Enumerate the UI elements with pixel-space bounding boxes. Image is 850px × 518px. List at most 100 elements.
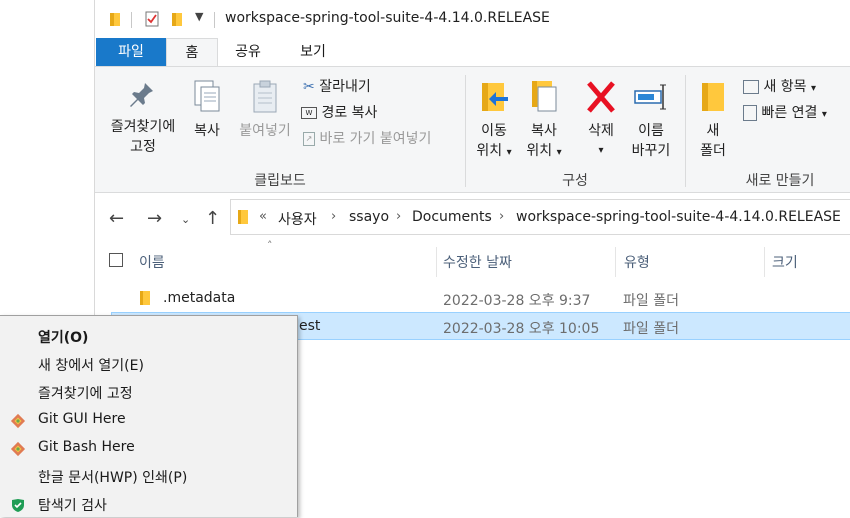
paste-label: 붙여넣기 <box>239 123 291 139</box>
pin-label-2: 고정 <box>130 139 156 155</box>
delete-label: 삭제 <box>588 123 614 139</box>
paste-shortcut-label: 바로 가기 붙여넣기 <box>319 131 432 147</box>
new-folder-icon[interactable] <box>171 11 185 27</box>
cut-button[interactable]: ✂ 잘라내기 <box>303 76 371 98</box>
chevron-right-icon[interactable]: › <box>499 209 504 224</box>
paste-shortcut-button[interactable]: ↗ 바로 가기 붙여넣기 <box>303 128 431 150</box>
delete-button[interactable]: 삭제 ▾ <box>579 79 623 161</box>
git-icon <box>10 441 26 457</box>
move-label-1: 이동 <box>481 123 507 139</box>
forward-arrow-icon[interactable]: → <box>147 208 162 229</box>
menu-item-git-bash[interactable]: Git Bash Here <box>0 434 297 462</box>
overflow-chevron[interactable]: « <box>259 209 267 224</box>
paste-button[interactable]: 붙여넣기 <box>233 79 297 141</box>
up-arrow-icon[interactable]: ↑ <box>205 208 220 229</box>
new-item-button[interactable]: 새 항목 ▾ <box>743 76 816 98</box>
folder-icon <box>109 11 123 27</box>
folder-icon <box>702 83 724 111</box>
clipboard-group-label: 클립보드 <box>254 173 306 189</box>
column-size[interactable]: 크기 <box>772 252 798 272</box>
copy-icon <box>194 80 220 112</box>
menu-item-label: 새 창에서 열기(E) <box>38 358 144 374</box>
move-to-button[interactable]: 이동 위치 ▾ <box>471 79 517 163</box>
clipboard-icon <box>253 80 277 113</box>
new-item-dropdown-icon: ▾ <box>811 83 817 94</box>
window-title: workspace-spring-tool-suite-4-4.14.0.REL… <box>225 10 550 26</box>
address-bar[interactable]: « 사용자 › ssayo › Documents › workspace-sp… <box>230 199 850 235</box>
recent-locations-icon[interactable]: ⌄ <box>181 213 190 226</box>
tab-share[interactable]: 공유 <box>218 38 278 66</box>
rename-label-2: 바꾸기 <box>631 143 671 159</box>
move-label-2: 위치 ▾ <box>476 143 512 159</box>
menu-item-label: 즐겨찾기에 고정 <box>38 386 133 402</box>
tab-view[interactable]: 보기 <box>285 38 341 66</box>
pin-to-quick-access-button[interactable]: 즐겨찾기에 고정 <box>103 79 183 157</box>
pin-label-1: 즐겨찾기에 <box>110 119 176 135</box>
new-folder-button[interactable]: 새 폴더 <box>693 79 733 161</box>
new-folder-label-1: 새 <box>706 123 720 139</box>
git-icon <box>10 413 26 429</box>
shortcut-icon: ↗ <box>303 132 315 146</box>
rename-label-1: 이름 <box>638 123 664 139</box>
new-folder-label-2: 폴더 <box>700 143 726 159</box>
column-name[interactable]: 이름 <box>139 252 165 272</box>
new-item-icon <box>743 80 759 94</box>
breadcrumb-user[interactable]: ssayo <box>349 209 389 225</box>
shield-icon <box>10 497 26 513</box>
menu-item-label: 한글 문서(HWP) 인쇄(P) <box>38 470 188 486</box>
easy-access-label: 빠른 연결 <box>761 105 818 121</box>
file-type: 파일 폴더 <box>623 293 679 309</box>
tab-home[interactable]: 홈 <box>166 38 218 66</box>
menu-item-pin-quick-access[interactable]: 즐겨찾기에 고정 <box>0 378 297 406</box>
menu-item-explorer-scan[interactable]: 탐색기 검사 <box>0 490 297 518</box>
column-modified[interactable]: 수정한 날짜 <box>443 252 512 272</box>
menu-item-open-new-window[interactable]: 새 창에서 열기(E) <box>0 350 297 378</box>
tab-file[interactable]: 파일 <box>96 38 166 66</box>
back-arrow-icon[interactable]: ← <box>109 208 124 229</box>
breadcrumb-workspace[interactable]: workspace-spring-tool-suite-4-4.14.0.REL… <box>516 209 841 225</box>
copy-button[interactable]: 복사 <box>187 79 227 141</box>
copy-to-label-2: 위치 ▾ <box>526 143 562 159</box>
menu-item-label: 탐색기 검사 <box>38 498 107 514</box>
delete-dropdown-icon[interactable]: ▾ <box>579 141 623 161</box>
chevron-right-icon[interactable]: › <box>396 209 401 224</box>
folder-icon <box>237 209 249 229</box>
file-modified: 2022-03-28 오후 9:37 <box>443 293 591 309</box>
new-item-label: 새 항목 <box>763 79 807 95</box>
file-name: .metadata <box>163 290 236 306</box>
select-all-checkbox[interactable] <box>109 253 123 267</box>
move-folder-icon <box>482 83 508 111</box>
easy-access-dropdown-icon: ▾ <box>821 109 827 120</box>
menu-item-label: 열기(O) <box>38 330 89 346</box>
rename-button[interactable]: 이름 바꾸기 <box>625 79 677 161</box>
new-group-label: 새로 만들기 <box>745 173 815 189</box>
customize-toolbar-icon[interactable]: ▼ <box>195 10 203 23</box>
easy-access-button[interactable]: 빠른 연결 ▾ <box>743 102 827 124</box>
menu-item-open[interactable]: 열기(O) <box>0 322 297 350</box>
delete-x-icon <box>587 81 615 113</box>
copy-path-button[interactable]: W 경로 복사 <box>301 102 377 124</box>
copy-to-button[interactable]: 복사 위치 ▾ <box>521 79 567 163</box>
context-menu: 열기(O) 새 창에서 열기(E) 즐겨찾기에 고정 Git GUI Here … <box>0 315 298 517</box>
pin-icon <box>130 83 153 107</box>
breadcrumb-users[interactable]: 사용자 <box>278 209 317 229</box>
list-item[interactable]: .metadata 2022-03-28 오후 9:37 파일 폴더 <box>111 285 850 313</box>
file-modified: 2022-03-28 오후 10:05 <box>443 321 600 337</box>
menu-item-git-gui[interactable]: Git GUI Here <box>0 406 297 434</box>
breadcrumb-documents[interactable]: Documents <box>412 209 492 225</box>
menu-item-hwp-print[interactable]: 한글 문서(HWP) 인쇄(P) <box>0 462 297 490</box>
scissors-icon: ✂ <box>303 79 315 95</box>
properties-icon[interactable] <box>145 11 159 27</box>
file-type: 파일 폴더 <box>623 321 679 337</box>
menu-item-label: Git GUI Here <box>38 411 126 427</box>
rename-icon <box>634 84 666 110</box>
column-type[interactable]: 유형 <box>624 252 650 272</box>
cut-label: 잘라내기 <box>319 79 371 95</box>
chevron-right-icon[interactable]: › <box>331 209 336 224</box>
copy-path-label: 경로 복사 <box>321 105 378 121</box>
column-header: ˄ 이름 수정한 날짜 유형 크기 <box>95 239 850 277</box>
copy-label: 복사 <box>194 123 220 139</box>
copy-to-label-1: 복사 <box>531 123 557 139</box>
file-name: est <box>299 318 321 334</box>
sort-up-icon: ˄ <box>267 239 273 252</box>
